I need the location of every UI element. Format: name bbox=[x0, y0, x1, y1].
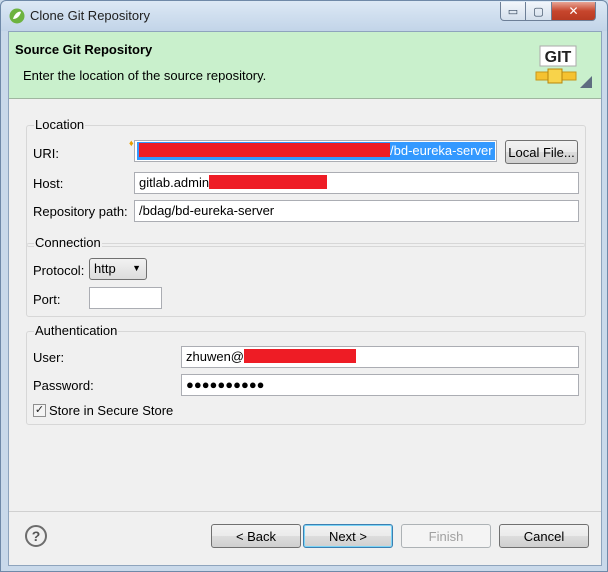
cancel-button-label: Cancel bbox=[523, 528, 565, 544]
host-input[interactable]: gitlab.admin bbox=[134, 172, 579, 194]
password-label: Password: bbox=[33, 378, 94, 393]
dialog-window: Clone Git Repository ▭ ▢ ✕ Source Git Re… bbox=[0, 0, 608, 572]
local-file-button[interactable]: Local File... bbox=[505, 140, 578, 164]
cancel-button[interactable]: Cancel bbox=[499, 524, 589, 548]
repository-path-input[interactable]: /bdag/bd-eureka-server bbox=[134, 200, 579, 222]
close-button[interactable]: ✕ bbox=[552, 2, 596, 21]
next-button-label: Next > bbox=[329, 528, 367, 544]
back-button[interactable]: < Back bbox=[211, 524, 301, 548]
location-group-label: Location bbox=[34, 117, 86, 132]
authentication-group-label: Authentication bbox=[34, 323, 119, 338]
store-secure-label: Store in Secure Store bbox=[49, 403, 174, 418]
footer-separator bbox=[9, 511, 601, 512]
password-value: ●●●●●●●●●● bbox=[186, 377, 265, 392]
finish-button-label: Finish bbox=[428, 528, 464, 544]
user-input[interactable]: zhuwen@ bbox=[181, 346, 579, 368]
wizard-banner: Source Git Repository Enter the location… bbox=[9, 32, 601, 99]
banner-title: Source Git Repository bbox=[15, 42, 153, 57]
redacted-block bbox=[209, 175, 328, 189]
repository-path-label: Repository path: bbox=[33, 204, 128, 219]
maximize-button[interactable]: ▢ bbox=[526, 2, 552, 21]
dropdown-arrow-icon: ▼ bbox=[132, 263, 141, 273]
next-button[interactable]: Next > bbox=[303, 524, 393, 548]
password-input[interactable]: ●●●●●●●●●● bbox=[181, 374, 579, 396]
title-bar[interactable]: Clone Git Repository ▭ ▢ ✕ bbox=[1, 1, 607, 31]
close-icon: ✕ bbox=[568, 4, 579, 18]
uri-value: /bd-eureka-server bbox=[390, 143, 493, 158]
repository-path-value: /bdag/bd-eureka-server bbox=[139, 203, 275, 218]
protocol-label: Protocol: bbox=[33, 263, 85, 278]
banner-description: Enter the location of the source reposit… bbox=[23, 68, 267, 83]
minimize-button[interactable]: ▭ bbox=[500, 2, 526, 21]
user-value: zhuwen@ bbox=[186, 349, 245, 364]
protocol-value: http bbox=[94, 261, 116, 276]
port-label: Port: bbox=[33, 292, 61, 307]
window-title: Clone Git Repository bbox=[30, 8, 150, 23]
finish-button[interactable]: Finish bbox=[401, 524, 491, 548]
uri-selection: /bd-eureka-server bbox=[137, 142, 495, 160]
dialog-client-area: Source Git Repository Enter the location… bbox=[8, 31, 602, 566]
uri-input[interactable]: /bd-eureka-server bbox=[134, 140, 497, 162]
checkmark-icon: ✓ bbox=[34, 404, 45, 416]
minimize-icon: ▭ bbox=[507, 5, 519, 18]
store-secure-checkbox[interactable]: ✓ bbox=[33, 404, 46, 417]
help-icon-glyph: ? bbox=[31, 528, 41, 544]
host-value: gitlab.admin bbox=[139, 175, 210, 190]
maximize-icon: ▢ bbox=[533, 5, 544, 18]
local-file-button-label: Local File... bbox=[508, 144, 575, 160]
back-button-label: < Back bbox=[235, 528, 277, 544]
port-input[interactable] bbox=[89, 287, 162, 309]
connection-group-label: Connection bbox=[34, 235, 102, 250]
git-logo-text: GIT bbox=[545, 49, 572, 66]
redacted-block bbox=[139, 143, 390, 157]
user-label: User: bbox=[33, 350, 65, 365]
git-logo-icon: GIT bbox=[535, 45, 592, 88]
uri-label: URI: bbox=[33, 146, 59, 161]
help-icon[interactable]: ? bbox=[25, 525, 47, 547]
host-label: Host: bbox=[33, 176, 64, 191]
spring-app-icon bbox=[9, 8, 25, 24]
redacted-block bbox=[244, 349, 357, 363]
protocol-select[interactable]: http ▼ bbox=[89, 258, 147, 280]
content-assist-icon: ♦ bbox=[129, 138, 134, 148]
